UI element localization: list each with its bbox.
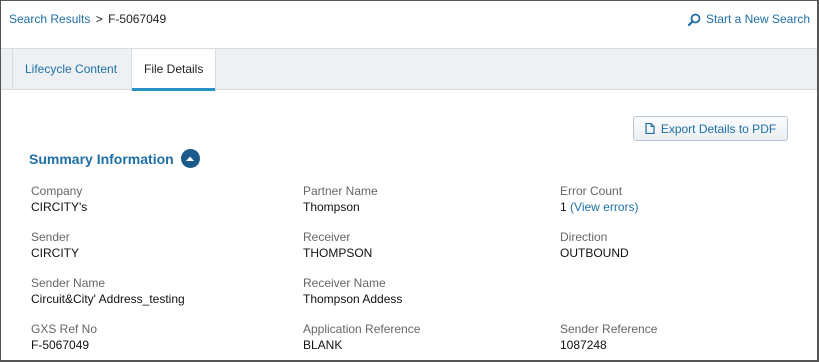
export-details-to-pdf-button[interactable]: Export Details to PDF <box>633 116 788 141</box>
field-gxs-ref-no: GXS Ref No F-5067049 <box>31 322 97 352</box>
field-sender-name: Sender Name Circuit&City' Address_testin… <box>31 276 185 306</box>
field-value: CIRCITY's <box>31 200 88 214</box>
breadcrumb-search-results-link[interactable]: Search Results <box>9 12 90 26</box>
tab-file-details[interactable]: File Details <box>131 49 217 91</box>
field-label: Sender <box>31 230 70 244</box>
field-value: Thompson Addess <box>303 292 403 306</box>
field-receiver: Receiver THOMPSON <box>303 230 372 260</box>
field-value: Circuit&City' Address_testing <box>31 292 185 306</box>
tab-lifecycle-content[interactable]: Lifecycle Content <box>12 49 129 90</box>
breadcrumb-current: F-5067049 <box>108 12 167 26</box>
field-value: 1 (View errors) <box>560 200 639 214</box>
field-value: F-5067049 <box>31 338 90 352</box>
field-label: Sender Reference <box>560 322 658 336</box>
field-receiver-name: Receiver Name Thompson Addess <box>303 276 402 306</box>
field-value: CIRCITY <box>31 246 79 260</box>
top-bar: Search Results > F-5067049 Start a New S… <box>1 1 817 38</box>
field-sender-reference: Sender Reference 1087248 <box>560 322 657 352</box>
tab-bar: Lifecycle Content File Details <box>1 48 817 91</box>
field-error-count: Error Count 1 (View errors) <box>560 184 639 214</box>
field-value: 1087248 <box>560 338 607 352</box>
field-value: Thompson <box>303 200 360 214</box>
field-label: Company <box>31 184 83 198</box>
field-label: Error Count <box>560 184 623 198</box>
document-icon <box>645 123 655 134</box>
field-label: Direction <box>560 230 608 244</box>
field-label: GXS Ref No <box>31 322 98 336</box>
error-count-value: 1 <box>560 200 567 214</box>
search-icon <box>687 13 701 26</box>
export-button-label: Export Details to PDF <box>660 121 777 136</box>
field-value: BLANK <box>303 338 343 352</box>
summary-section-title: Summary Information <box>29 149 200 168</box>
summary-title-text: Summary Information <box>29 150 174 167</box>
field-label: Receiver <box>303 230 351 244</box>
field-partner-name: Partner Name Thompson <box>303 184 378 214</box>
field-label: Receiver Name <box>303 276 386 290</box>
field-label: Sender Name <box>31 276 106 290</box>
breadcrumb: Search Results > F-5067049 <box>9 12 166 26</box>
field-direction: Direction OUTBOUND <box>560 230 629 260</box>
start-new-search-link[interactable]: Start a New Search <box>687 12 810 26</box>
field-label: Partner Name <box>303 184 378 198</box>
field-application-reference: Application Reference BLANK <box>303 322 420 352</box>
field-company: Company CIRCITY's <box>31 184 87 214</box>
start-new-search-label: Start a New Search <box>705 12 810 26</box>
field-label: Application Reference <box>303 322 421 336</box>
field-sender: Sender CIRCITY <box>31 230 79 260</box>
breadcrumb-separator: > <box>95 12 103 26</box>
chevron-up-icon <box>186 156 195 161</box>
field-value: THOMPSON <box>303 246 373 260</box>
collapse-toggle-button[interactable] <box>180 149 200 168</box>
view-errors-link[interactable]: (View errors) <box>570 200 638 214</box>
app-frame: Search Results > F-5067049 Start a New S… <box>0 0 819 362</box>
field-value: OUTBOUND <box>560 246 629 260</box>
